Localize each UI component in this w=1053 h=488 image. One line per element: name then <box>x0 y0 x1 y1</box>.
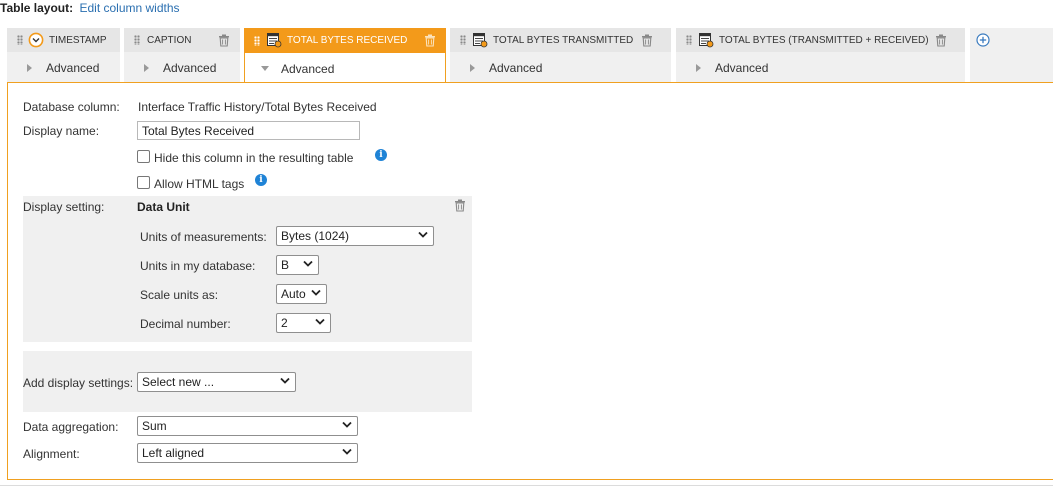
aggregation-select[interactable]: Sum <box>137 416 358 436</box>
tab-label: TOTAL BYTES (TRANSMITTED + RECEIVED) <box>719 34 929 46</box>
chevron-down-icon <box>303 260 313 267</box>
display-name-input[interactable] <box>137 121 360 140</box>
units-db-select[interactable]: B <box>276 255 319 275</box>
units-measure-select[interactable]: Bytes (1024) <box>276 226 434 246</box>
drag-handle-icon[interactable] <box>686 35 692 45</box>
table-column-icon <box>699 32 714 48</box>
tab-total-bytes-combined[interactable]: TOTAL BYTES (TRANSMITTED + RECEIVED) Adv… <box>676 28 965 82</box>
tab-total-bytes-transmitted[interactable]: TOTAL BYTES TRANSMITTED Advanced <box>450 28 671 82</box>
display-name-label: Display name: <box>23 124 100 138</box>
advanced-label: Advanced <box>489 60 543 75</box>
drag-handle-icon[interactable] <box>254 35 260 46</box>
units-db-value: B <box>281 258 290 272</box>
advanced-label: Advanced <box>281 61 335 76</box>
hide-column-label: Hide this column in the resulting table <box>154 151 354 165</box>
info-icon[interactable]: i <box>375 149 387 161</box>
advanced-label: Advanced <box>46 60 100 75</box>
chevron-down-icon <box>342 448 352 455</box>
scale-select[interactable]: Auto <box>276 284 327 304</box>
tab-timestamp[interactable]: TIMESTAMP Advanced <box>7 28 120 82</box>
tab-label: TIMESTAMP <box>49 34 107 46</box>
add-column-icon[interactable] <box>976 33 990 47</box>
delete-column-icon[interactable] <box>935 33 947 47</box>
display-setting-label: Display setting: <box>23 200 105 214</box>
edit-column-widths-link[interactable]: Edit column widths <box>79 1 179 15</box>
allow-html-label: Allow HTML tags <box>154 177 245 191</box>
tab-caption[interactable]: CAPTION Advanced <box>124 28 240 82</box>
tab-total-bytes-transmitted-header[interactable]: TOTAL BYTES TRANSMITTED <box>450 28 671 52</box>
drag-handle-icon[interactable] <box>460 35 466 45</box>
expand-arrow-icon <box>144 63 149 72</box>
drag-handle-icon[interactable] <box>134 35 140 45</box>
delete-column-icon[interactable] <box>218 33 230 47</box>
add-display-value: Select new ... <box>142 375 215 389</box>
table-layout-header: Table layout: Edit column widths <box>0 0 180 16</box>
tab-total-bytes-received-advanced[interactable]: Advanced <box>245 54 445 83</box>
tab-total-bytes-combined-advanced[interactable]: Advanced <box>676 53 965 82</box>
divider <box>0 485 1053 486</box>
tab-caption-advanced[interactable]: Advanced <box>124 53 240 82</box>
decimal-select[interactable]: 2 <box>276 313 331 333</box>
scale-value: Auto <box>281 287 306 301</box>
tab-timestamp-header[interactable]: TIMESTAMP <box>7 28 120 52</box>
db-column-value: Interface Traffic History/Total Bytes Re… <box>138 100 377 114</box>
info-icon[interactable]: i <box>255 174 267 186</box>
table-layout-label: Table layout: <box>0 1 74 15</box>
add-display-label: Add display settings: <box>23 376 134 390</box>
units-measure-label: Units of measurements: <box>140 230 267 244</box>
tab-total-bytes-transmitted-advanced[interactable]: Advanced <box>450 53 671 82</box>
alignment-value: Left aligned <box>142 446 205 460</box>
decimal-label: Decimal number: <box>140 317 231 331</box>
chevron-down-icon <box>315 318 325 325</box>
aggregation-label: Data aggregation: <box>23 420 119 434</box>
data-unit-title: Data Unit <box>137 200 190 214</box>
column-tabs: TIMESTAMP Advanced CAPTION Advanced TOTA… <box>0 28 1053 84</box>
alignment-select[interactable]: Left aligned <box>137 443 358 463</box>
aggregation-value: Sum <box>142 419 167 433</box>
table-column-icon <box>267 33 282 48</box>
tab-label: CAPTION <box>147 34 192 46</box>
db-column-label: Database column: <box>23 100 120 114</box>
units-db-label: Units in my database: <box>140 259 256 273</box>
advanced-label: Advanced <box>715 60 769 75</box>
expand-arrow-icon <box>27 63 32 72</box>
table-column-icon <box>473 32 488 48</box>
advanced-label: Advanced <box>163 60 217 75</box>
tab-label: TOTAL BYTES TRANSMITTED <box>493 34 634 46</box>
scale-label: Scale units as: <box>140 288 219 302</box>
add-column-area <box>970 28 1053 82</box>
expand-arrow-icon <box>470 63 475 72</box>
clock-icon <box>28 32 44 48</box>
tab-timestamp-advanced[interactable]: Advanced <box>7 53 120 82</box>
alignment-label: Alignment: <box>23 447 80 461</box>
delete-column-icon[interactable] <box>641 33 653 47</box>
tab-total-bytes-combined-header[interactable]: TOTAL BYTES (TRANSMITTED + RECEIVED) <box>676 28 965 52</box>
tab-total-bytes-received[interactable]: TOTAL BYTES RECEIVED Advanced <box>244 28 446 84</box>
expand-arrow-icon <box>696 63 701 72</box>
collapse-arrow-icon <box>261 66 269 71</box>
hide-column-checkbox[interactable] <box>137 150 150 163</box>
drag-handle-icon[interactable] <box>17 35 23 45</box>
tab-label: TOTAL BYTES RECEIVED <box>287 35 408 46</box>
chevron-down-icon <box>311 289 321 296</box>
tab-total-bytes-received-header[interactable]: TOTAL BYTES RECEIVED <box>244 28 446 53</box>
add-display-select[interactable]: Select new ... <box>137 372 296 392</box>
units-measure-value: Bytes (1024) <box>281 229 350 243</box>
chevron-down-icon <box>418 231 428 238</box>
allow-html-checkbox[interactable] <box>137 176 150 189</box>
chevron-down-icon <box>342 421 352 428</box>
chevron-down-icon <box>280 377 290 384</box>
delete-setting-icon[interactable] <box>454 198 466 212</box>
delete-column-icon[interactable] <box>424 33 436 47</box>
tab-caption-header[interactable]: CAPTION <box>124 28 240 52</box>
decimal-value: 2 <box>281 316 288 330</box>
